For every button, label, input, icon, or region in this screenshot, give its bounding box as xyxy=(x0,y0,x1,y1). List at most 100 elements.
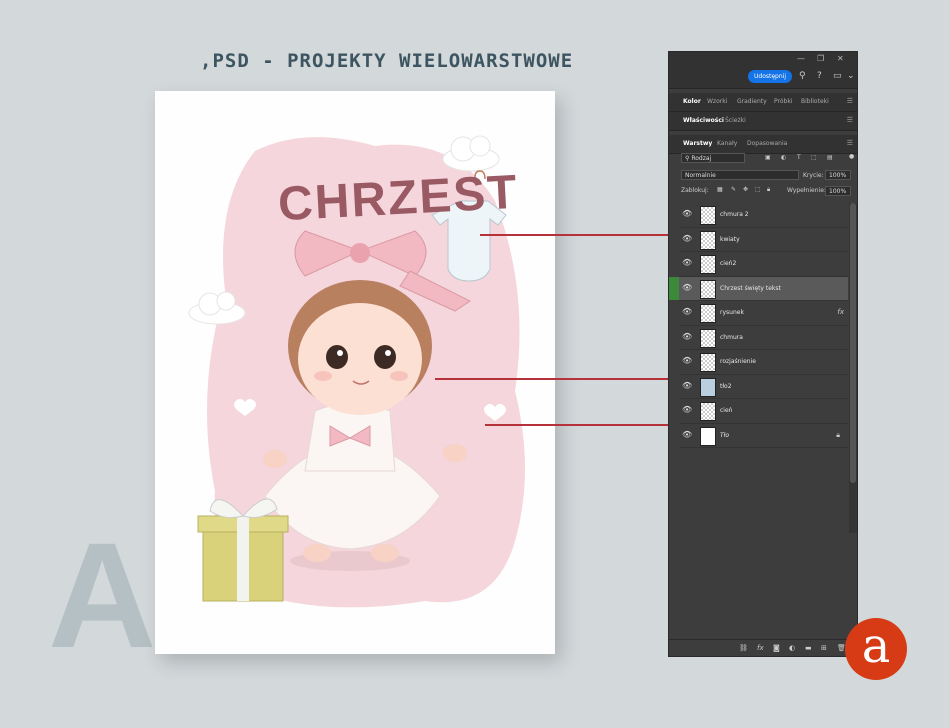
layer-row[interactable]: 👁︎ cień xyxy=(679,399,848,424)
restore-icon[interactable]: ❐ xyxy=(817,54,824,63)
new-layer-icon[interactable]: ⊞ xyxy=(821,644,827,652)
layer-row[interactable]: 👁︎ tło2 xyxy=(679,374,848,399)
lock-move-icon[interactable]: ✥ xyxy=(743,186,748,193)
blend-mode-select[interactable]: Normalnie xyxy=(681,170,799,180)
layer-row[interactable]: 👁︎ cień2 xyxy=(679,252,848,277)
layer-name: tło2 xyxy=(720,382,732,390)
search-icon[interactable]: ⚲ xyxy=(799,71,806,81)
app-toolbar: Udostępnij ⚲ ? ▭ ⌄ xyxy=(669,66,857,89)
workspace-icon[interactable]: ▭ xyxy=(833,71,842,81)
layer-row[interactable]: 👁︎ chmura 2 xyxy=(679,203,848,228)
tab-kanaly[interactable]: Kanały xyxy=(717,140,737,147)
lock-all-icon[interactable]: 🔒︎ xyxy=(767,186,770,194)
tab-warstwy[interactable]: Warstwy xyxy=(683,140,712,147)
tab-dopasowania[interactable]: Dopasowania xyxy=(747,140,787,147)
layer-row[interactable]: 👁︎ Tło 🔒︎ xyxy=(679,423,848,448)
eye-icon[interactable]: 👁︎ xyxy=(682,406,692,414)
tab-probki[interactable]: Próbki xyxy=(774,98,792,105)
eye-icon[interactable]: 👁︎ xyxy=(682,308,692,316)
opacity-label: Krycie: xyxy=(803,172,824,179)
share-button[interactable]: Udostępnij xyxy=(748,70,792,83)
eye-icon[interactable]: 👁︎ xyxy=(682,234,692,243)
panel-menu-icon[interactable]: ☰ xyxy=(847,116,853,124)
eye-icon[interactable]: 👁︎ xyxy=(682,210,692,218)
layer-name: chmura xyxy=(720,333,743,341)
layer-row[interactable]: 👁︎ chmura xyxy=(679,325,848,350)
layers-footer: ⛓ fx ◙ ◐ ▬ ⊞ 🗑︎ xyxy=(669,639,857,656)
layer-row-selected[interactable]: 👁︎ Chrzest święty tekst xyxy=(669,276,848,301)
brand-logo: a xyxy=(845,618,907,680)
folder-icon[interactable]: ▬ xyxy=(805,644,812,652)
layer-row[interactable]: 👁︎ rozjaśnienie xyxy=(679,350,848,375)
eye-icon[interactable]: 👁︎ xyxy=(682,332,692,341)
tab-kolor[interactable]: Kolor xyxy=(683,98,701,105)
layer-thumbnail xyxy=(700,255,716,274)
layer-thumbnail xyxy=(700,206,716,225)
fill-label: Wypełnienie: xyxy=(787,187,826,194)
window-titlebar: — ❐ ✕ xyxy=(669,52,857,66)
opacity-input[interactable]: 100% xyxy=(825,170,851,180)
layer-name: rysunek xyxy=(720,309,744,316)
layer-tabs: Warstwy Kanały Dopasowania ☰ xyxy=(669,135,857,154)
layer-thumbnail xyxy=(700,279,716,299)
pointer-line-1 xyxy=(480,234,680,236)
filter-pixel-icon[interactable]: ▣ xyxy=(765,154,771,161)
tab-gradienty[interactable]: Gradienty xyxy=(737,98,767,105)
tab-wlasciwosci[interactable]: Właściwości xyxy=(683,117,724,124)
adjustment-icon[interactable]: ◐ xyxy=(789,644,795,652)
layer-name: cień xyxy=(720,407,733,414)
eye-icon[interactable]: 👁︎ xyxy=(682,259,692,267)
layer-thumbnail xyxy=(700,230,716,250)
layer-name: Chrzest święty tekst xyxy=(720,284,781,292)
panel-menu-icon[interactable]: ☰ xyxy=(847,97,853,105)
eye-icon[interactable]: 👁︎ xyxy=(682,381,692,390)
panel-menu-icon[interactable]: ☰ xyxy=(847,139,853,147)
photoshop-panel: — ❐ ✕ Udostępnij ⚲ ? ▭ ⌄ Kolor Wzorki Gr… xyxy=(668,51,858,657)
tab-biblioteki[interactable]: Biblioteki xyxy=(801,98,829,105)
layer-name: kwiaty xyxy=(720,235,740,243)
card-preview: CHRZEST xyxy=(155,91,555,654)
layer-row[interactable]: 👁︎ rysunek fx xyxy=(679,301,848,326)
mask-icon[interactable]: ◙ xyxy=(773,644,780,652)
link-icon[interactable]: ⛓ xyxy=(739,644,748,652)
page-heading: ,PSD - PROJEKTY WIELOWARSTWOWE xyxy=(200,50,574,72)
tab-wzorki[interactable]: Wzorki xyxy=(707,98,727,105)
fx-icon[interactable]: fx xyxy=(757,644,764,652)
filter-shape-icon[interactable]: ⬚ xyxy=(811,154,817,161)
eye-icon[interactable]: 👁︎ xyxy=(682,283,692,292)
eye-icon[interactable]: 👁︎ xyxy=(682,357,692,365)
fx-icon[interactable]: fx xyxy=(837,308,844,316)
lock-icon: 🔒︎ xyxy=(836,430,840,439)
layers-scrollbar[interactable] xyxy=(849,203,857,533)
tab-sciezki[interactable]: Ścieżki xyxy=(725,117,746,124)
layer-thumbnail xyxy=(700,328,716,348)
layer-thumbnail xyxy=(700,353,716,372)
filter-type-icon[interactable]: T xyxy=(797,154,801,161)
filter-toggle-icon[interactable]: ● xyxy=(849,153,854,160)
help-icon[interactable]: ? xyxy=(817,71,822,81)
layer-name: rozjaśnienie xyxy=(720,358,756,365)
layer-row[interactable]: 👁︎ kwiaty xyxy=(679,227,848,252)
minimize-icon[interactable]: — xyxy=(797,54,805,63)
eye-icon[interactable]: 👁︎ xyxy=(682,430,692,439)
layer-thumbnail xyxy=(700,377,716,397)
lock-brush-icon[interactable]: ✎ xyxy=(731,186,736,193)
close-icon[interactable]: ✕ xyxy=(837,54,844,63)
scrollbar-thumb[interactable] xyxy=(850,203,856,483)
layer-name: cień2 xyxy=(720,260,737,267)
layer-name: chmura 2 xyxy=(720,211,749,218)
layer-thumbnail xyxy=(700,402,716,421)
lock-label: Zablokuj: xyxy=(681,187,709,194)
lock-pixels-icon[interactable]: ▦ xyxy=(717,186,723,193)
properties-tabs: Właściwości Ścieżki ☰ xyxy=(669,112,857,131)
chevron-down-icon[interactable]: ⌄ xyxy=(847,71,855,81)
lock-artboard-icon[interactable]: ⬚ xyxy=(755,186,761,193)
filter-label: Rodzaj xyxy=(691,155,712,162)
layer-name: Tło xyxy=(720,431,730,439)
filter-smart-icon[interactable]: ▤ xyxy=(827,154,833,161)
layer-filter-select[interactable]: ⚲ Rodzaj xyxy=(681,153,745,163)
fill-input[interactable]: 100% xyxy=(825,186,851,196)
layer-thumbnail xyxy=(700,304,716,323)
filter-adjust-icon[interactable]: ◐ xyxy=(781,154,786,161)
color-tabs: Kolor Wzorki Gradienty Próbki Biblioteki… xyxy=(669,93,857,112)
